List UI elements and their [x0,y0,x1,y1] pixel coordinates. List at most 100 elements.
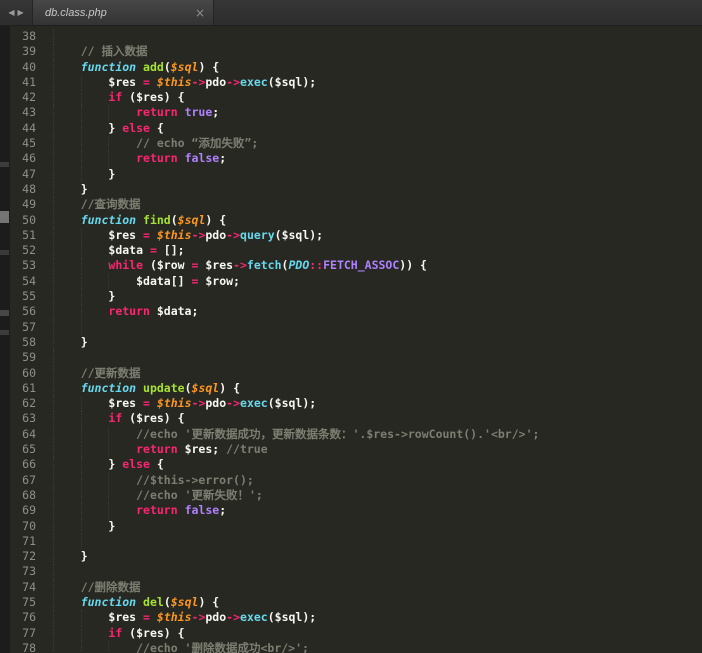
indent-guide [53,60,54,75]
indent-guide [53,213,54,228]
code-line[interactable]: 40 function add($sql) { [10,60,702,75]
code-line[interactable]: 52 $data = []; [10,243,702,258]
code-line[interactable]: 63 if ($res) { [10,411,702,426]
line-number: 75 [10,595,40,610]
indent-guide [53,29,54,44]
indent-guide [53,549,54,564]
code-text: // echo “添加失败”; [40,136,702,151]
code-line[interactable]: 74 //删除数据 [10,580,702,595]
indent-guide [53,136,54,151]
code-line[interactable]: 70 } [10,519,702,534]
indent-guide [53,396,54,411]
indent-guide [53,44,54,59]
indent-guide [81,289,82,304]
line-number: 47 [10,167,40,182]
indent-guide [81,503,82,518]
indent-guide [108,274,109,289]
code-line[interactable]: 78 //echo '删除数据成功<br/>'; [10,641,702,653]
code-text: $res = $this->pdo->exec($sql); [40,75,702,90]
code-line[interactable]: 48 } [10,182,702,197]
indent-guide [53,304,54,319]
line-number: 48 [10,182,40,197]
line-number: 46 [10,151,40,166]
indent-guide [81,105,82,120]
code-text [40,534,702,549]
code-line[interactable]: 39 // 插入数据 [10,44,702,59]
code-text: while ($row = $res->fetch(PDO::FETCH_ASS… [40,258,702,273]
indent-guide [53,228,54,243]
code-line[interactable]: 76 $res = $this->pdo->exec($sql); [10,610,702,625]
code-text: function update($sql) { [40,381,702,396]
code-line[interactable]: 50 function find($sql) { [10,213,702,228]
edge-mark [0,250,9,255]
edge-mark [0,162,9,167]
code-line[interactable]: 62 $res = $this->pdo->exec($sql); [10,396,702,411]
indent-guide [81,641,82,653]
code-line[interactable]: 59 [10,350,702,365]
code-line[interactable]: 51 $res = $this->pdo->query($sql); [10,228,702,243]
line-number: 64 [10,427,40,442]
code-line[interactable]: 69 return false; [10,503,702,518]
code-line[interactable]: 46 return false; [10,151,702,166]
line-number: 40 [10,60,40,75]
indent-guide [108,151,109,166]
code-line[interactable]: 58 } [10,335,702,350]
tab-bar: ◀ ▶ db.class.php × [0,0,702,26]
indent-guide [81,610,82,625]
line-number: 77 [10,626,40,641]
indent-guide [53,197,54,212]
line-number: 71 [10,534,40,549]
code-text: $data[] = $row; [40,274,702,289]
code-line[interactable]: 47 } [10,167,702,182]
indent-guide [81,243,82,258]
code-line[interactable]: 66 } else { [10,457,702,472]
line-number: 57 [10,320,40,335]
code-line[interactable]: 71 [10,534,702,549]
line-number: 44 [10,121,40,136]
edge-mark [0,211,9,223]
indent-guide [53,580,54,595]
code-line[interactable]: 53 while ($row = $res->fetch(PDO::FETCH_… [10,258,702,273]
code-line[interactable]: 49 //查询数据 [10,197,702,212]
close-icon[interactable]: × [195,7,205,19]
code-line[interactable]: 43 return true; [10,105,702,120]
code-editor[interactable]: 3839 // 插入数据40 function add($sql) {41 $r… [0,26,702,653]
indent-guide [53,595,54,610]
indent-guide [108,473,109,488]
code-text: //$this->error(); [40,473,702,488]
tab-db-class-php[interactable]: db.class.php × [32,0,214,25]
code-text: if ($res) { [40,411,702,426]
code-line[interactable]: 55 } [10,289,702,304]
code-line[interactable]: 75 function del($sql) { [10,595,702,610]
indent-guide [53,534,54,549]
code-line[interactable]: 42 if ($res) { [10,90,702,105]
nav-back-icon[interactable]: ◀ [8,8,14,17]
edge-mark [0,310,9,316]
line-number: 72 [10,549,40,564]
code-line[interactable]: 54 $data[] = $row; [10,274,702,289]
code-text: if ($res) { [40,90,702,105]
code-line[interactable]: 44 } else { [10,121,702,136]
code-line[interactable]: 73 [10,564,702,579]
code-line[interactable]: 38 [10,29,702,44]
code-line[interactable]: 65 return $res; //true [10,442,702,457]
code-line[interactable]: 64 //echo '更新数据成功，更新数据条数：'.$res->rowCoun… [10,427,702,442]
line-number: 54 [10,274,40,289]
code-line[interactable]: 77 if ($res) { [10,626,702,641]
code-line[interactable]: 41 $res = $this->pdo->exec($sql); [10,75,702,90]
code-line[interactable]: 68 //echo '更新失败！'; [10,488,702,503]
code-line[interactable]: 60 //更新数据 [10,366,702,381]
code-text: function find($sql) { [40,213,702,228]
code-line[interactable]: 57 [10,320,702,335]
indent-guide [81,442,82,457]
code-text: // 插入数据 [40,44,702,59]
code-line[interactable]: 67 //$this->error(); [10,473,702,488]
nav-forward-icon[interactable]: ▶ [18,8,24,17]
code-line[interactable]: 72 } [10,549,702,564]
indent-guide [53,289,54,304]
code-line[interactable]: 56 return $data; [10,304,702,319]
code-line[interactable]: 45 // echo “添加失败”; [10,136,702,151]
indent-guide [81,75,82,90]
code-text: //echo '更新失败！'; [40,488,702,503]
code-line[interactable]: 61 function update($sql) { [10,381,702,396]
